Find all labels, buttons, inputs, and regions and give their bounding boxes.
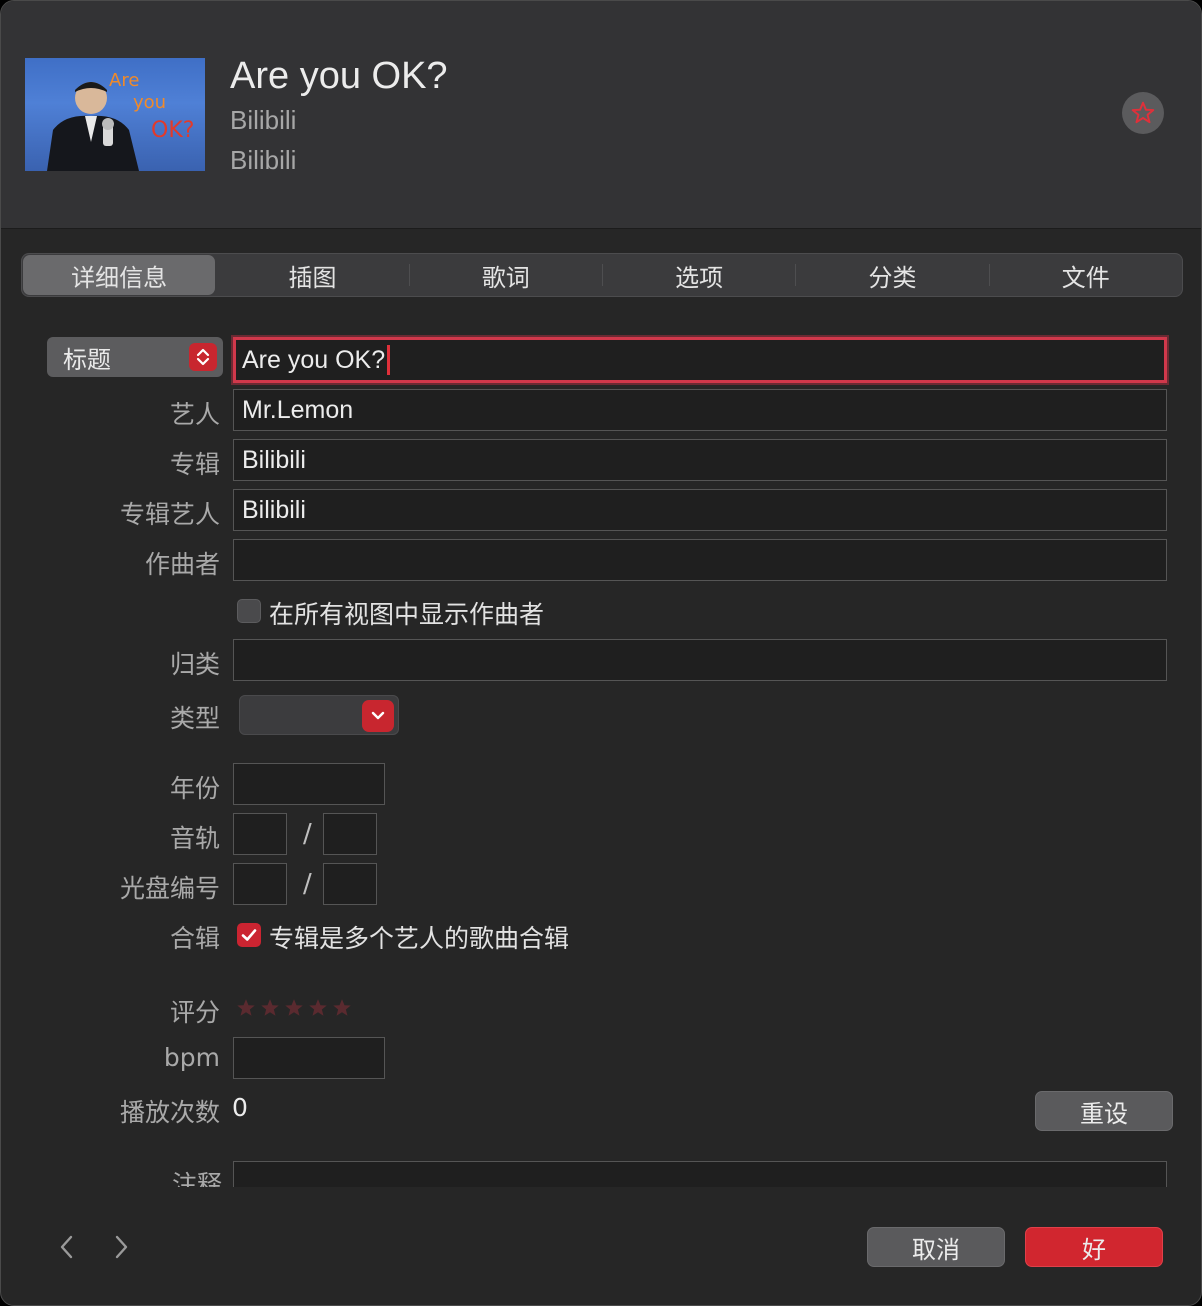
comments-input[interactable] [233,1161,1167,1187]
show-composer-checkbox[interactable] [237,599,261,623]
rating-label: 评分 [169,998,220,1027]
song-album: Bilibili [230,145,297,175]
bpm-label: bpm [163,1043,220,1072]
cancel-button[interactable]: 取消 [867,1227,1005,1267]
tab-bar: 详细信息 插图 歌词 选项 分类 文件 [21,253,1183,297]
star-icon[interactable] [307,997,329,1019]
checkmark-icon [241,929,257,941]
rating-stars[interactable] [235,997,353,1019]
tab-lyrics[interactable]: 歌词 [410,254,602,296]
disc-slash: / [303,869,312,899]
chevron-left-icon[interactable] [55,1233,79,1261]
bpm-input[interactable] [233,1037,385,1079]
star-icon[interactable] [331,997,353,1019]
compilation-checkbox[interactable] [237,923,261,947]
composer-input[interactable] [233,539,1167,581]
field-type-select[interactable]: 标题 [47,337,223,377]
tab-details[interactable]: 详细信息 [23,255,216,295]
play-count-value: 0 [232,1093,248,1122]
artwork-text-ok: OK? [151,118,195,143]
star-icon[interactable] [283,997,305,1019]
artist-input[interactable]: Mr.Lemon [233,389,1167,431]
album-artist-input[interactable]: Bilibili [233,489,1167,531]
song-artist: Bilibili [230,105,297,135]
genre-select[interactable] [239,695,399,735]
show-composer-label: 在所有视图中显示作曲者 [269,600,545,629]
title-input-value: Are you OK? [242,345,386,374]
chevron-right-icon[interactable] [109,1233,133,1261]
year-label: 年份 [169,774,220,803]
reset-button[interactable]: 重设 [1035,1091,1173,1131]
track-slash: / [303,819,312,849]
title-input[interactable]: Are you OK? [233,337,1167,383]
track-number-input[interactable] [233,813,287,855]
grouping-input[interactable] [233,639,1167,681]
track-label: 音轨 [169,824,220,853]
disc-number-input[interactable] [233,863,287,905]
tab-sorting[interactable]: 分类 [796,254,988,296]
compilation-description: 专辑是多个艺人的歌曲合辑 [269,924,570,953]
album-label: 专辑 [169,450,220,479]
star-icon[interactable] [235,997,257,1019]
comments-area: 注释 [1,1161,1201,1187]
grouping-label: 归类 [169,650,220,679]
tab-artwork[interactable]: 插图 [216,254,408,296]
text-caret [387,345,391,375]
comments-label: 注释 [171,1170,222,1187]
artwork-text-you: you [133,92,167,113]
disc-label: 光盘编号 [119,874,220,903]
compilation-label: 合辑 [169,924,220,953]
composer-label: 作曲者 [144,550,220,579]
track-total-input[interactable] [323,813,377,855]
album-artwork[interactable]: Are you OK? [25,58,205,171]
star-icon[interactable] [259,997,281,1019]
ok-button[interactable]: 好 [1025,1227,1163,1267]
artwork-text-are: Are [109,70,140,91]
genre-label: 类型 [169,704,220,733]
year-input[interactable] [233,763,385,805]
album-input[interactable]: Bilibili [233,439,1167,481]
tab-file[interactable]: 文件 [990,254,1182,296]
song-title: Are you OK? [230,55,448,97]
disc-total-input[interactable] [323,863,377,905]
favorite-button[interactable] [1122,92,1164,134]
field-type-label: 标题 [63,345,111,374]
star-outline-icon [1131,101,1155,124]
chevron-down-icon [362,700,394,732]
play-count-label: 播放次数 [119,1098,220,1127]
song-info-dialog: Are you OK? Are you OK? Bilibili Bilibil… [0,0,1202,1306]
dialog-header: Are you OK? Are you OK? Bilibili Bilibil… [1,1,1201,229]
album-artist-label: 专辑艺人 [119,500,220,529]
updown-chevron-icon [189,343,217,371]
tab-options[interactable]: 选项 [603,254,795,296]
artist-label: 艺人 [169,400,220,429]
